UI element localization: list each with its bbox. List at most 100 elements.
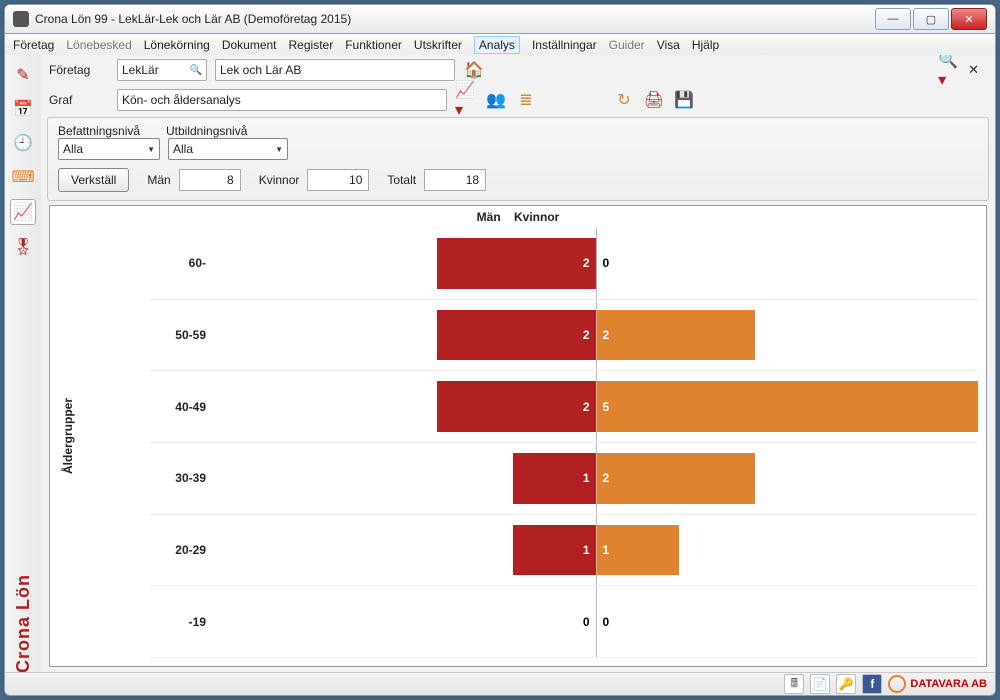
chart-row: 60-20 — [150, 228, 978, 300]
male-half: 1 — [214, 443, 596, 514]
chart-row: 30-3912 — [150, 443, 978, 515]
company-name-value: Lek och Lär AB — [220, 63, 301, 77]
titlebar: Crona Lön 99 - LekLär-Lek och Lär AB (De… — [5, 5, 995, 34]
search-icon[interactable]: 🔍▾ — [938, 59, 960, 81]
filters-labels: Befattningsnivå Utbildningsnivå — [50, 120, 986, 138]
menu-foretag[interactable]: Företag — [13, 38, 54, 52]
company-code-value: LekLär — [122, 63, 159, 77]
graph-label: Graf — [49, 93, 109, 107]
category-label: 60- — [150, 228, 214, 299]
category-label: -19 — [150, 586, 214, 657]
female-zero: 0 — [597, 256, 616, 270]
female-half: 2 — [596, 443, 979, 514]
print-icon[interactable]: 🖨 — [643, 89, 665, 111]
male-half: 0 — [214, 586, 596, 657]
company-code-input[interactable]: LekLär 🔍 — [117, 59, 207, 81]
chart-type-icon[interactable]: 📈▾ — [455, 89, 477, 111]
maximize-button[interactable]: ▢ — [913, 8, 949, 30]
menu-dokument[interactable]: Dokument — [222, 38, 277, 52]
sidebar-brand: Crona Lön — [13, 564, 34, 673]
chart-header-women: Kvinnor — [514, 210, 559, 224]
menu-hjalp[interactable]: Hjälp — [692, 38, 719, 52]
chart-rows: 60-2050-592240-492530-391220-2911-1900 — [150, 228, 978, 658]
female-bar: 5 — [597, 381, 979, 432]
chart-row: 40-4925 — [150, 371, 978, 443]
home-icon[interactable]: 🏠 — [463, 59, 485, 81]
chart-row: 50-5922 — [150, 300, 978, 372]
lookup-icon[interactable]: 🔍 — [190, 65, 202, 76]
vendor-name: DATAVARA AB — [910, 678, 987, 690]
female-half: 1 — [596, 515, 979, 586]
statusbar: 🖩 📄 🔑 f DATAVARA AB — [5, 672, 995, 695]
notepad-icon[interactable]: 📄 — [810, 674, 830, 694]
menu-lonebesked[interactable]: Lönebesked — [66, 38, 131, 52]
male-bar: 2 — [437, 381, 596, 432]
women-count: 10 — [307, 169, 369, 191]
chart-icon[interactable]: 📈 — [10, 199, 36, 225]
left-toolbar: ✎ 📅 🕘 ⌨ 📈 🎖 Crona Lön — [5, 55, 42, 673]
save-csv-icon[interactable]: 💾 — [673, 89, 695, 111]
chart-frame: Män Kvinnor Åldergrupper 60-2050-592240-… — [49, 205, 987, 667]
window-buttons: — ▢ ✕ — [875, 8, 987, 30]
graph-value: Kön- och åldersanalys — [122, 93, 241, 107]
window-title: Crona Lön 99 - LekLär-Lek och Lär AB (De… — [35, 12, 875, 26]
menu-register[interactable]: Register — [289, 38, 334, 52]
male-zero: 0 — [577, 615, 596, 629]
chart-header-men: Män — [477, 210, 501, 224]
education-combo[interactable]: Alla ▼ — [168, 138, 288, 160]
education-value: Alla — [173, 142, 193, 156]
app-icon — [13, 11, 29, 27]
company-name-input[interactable]: Lek och Lär AB — [215, 59, 455, 81]
filters-selects: Alla ▼ Alla ▼ — [50, 138, 986, 164]
filters-counts: Verkställ Män 8 Kvinnor 10 Totalt 18 — [50, 164, 986, 196]
minimize-button[interactable]: — — [875, 8, 911, 30]
menu-lonekorning[interactable]: Lönekörning — [144, 38, 210, 52]
menu-analys[interactable]: Analys — [474, 36, 520, 54]
content: Företag LekLär 🔍 Lek och Lär AB 🏠 🔍▾ ✕ G… — [41, 55, 995, 673]
female-half: 0 — [596, 586, 979, 657]
category-label: 30-39 — [150, 443, 214, 514]
menu-utskrifter[interactable]: Utskrifter — [414, 38, 462, 52]
menu-guider[interactable]: Guider — [609, 38, 645, 52]
education-label: Utbildningsnivå — [166, 124, 266, 138]
clock-icon[interactable]: 🕘 — [11, 131, 35, 155]
execute-button-label: Verkställ — [71, 173, 116, 187]
category-label: 50-59 — [150, 300, 214, 371]
y-axis-label: Åldergrupper — [50, 206, 86, 666]
pen-icon[interactable]: ✎ — [11, 63, 35, 87]
position-combo[interactable]: Alla ▼ — [58, 138, 160, 160]
male-half: 1 — [214, 515, 596, 586]
female-zero: 0 — [597, 615, 616, 629]
female-bar: 2 — [597, 310, 756, 361]
male-half: 2 — [214, 300, 596, 371]
menu-visa[interactable]: Visa — [657, 38, 680, 52]
menu-funktioner[interactable]: Funktioner — [345, 38, 402, 52]
app-window: Crona Lön 99 - LekLär-Lek och Lär AB (De… — [4, 4, 996, 696]
female-half: 2 — [596, 300, 979, 371]
position-label: Befattningsnivå — [58, 124, 158, 138]
chart-header: Män Kvinnor — [50, 206, 986, 228]
execute-button[interactable]: Verkställ — [58, 168, 129, 192]
panel-close-icon[interactable]: ✕ — [968, 62, 987, 78]
female-half: 5 — [596, 371, 979, 442]
filters: Befattningsnivå Utbildningsnivå Alla ▼ A… — [47, 117, 989, 201]
key-icon[interactable]: 🔑 — [836, 674, 856, 694]
calculator-icon[interactable]: 🖩 — [784, 674, 804, 694]
keyboard-icon[interactable]: ⌨ — [11, 165, 35, 189]
award-icon[interactable]: 🎖 — [11, 235, 35, 259]
hierarchy-icon[interactable]: 👥 — [485, 89, 507, 111]
chevron-down-icon: ▼ — [275, 145, 283, 154]
close-button[interactable]: ✕ — [951, 8, 987, 30]
chevron-down-icon: ▼ — [147, 145, 155, 154]
stack-icon[interactable]: ≣ — [515, 89, 537, 111]
total-count: 18 — [424, 169, 486, 191]
refresh-icon[interactable]: ↻ — [613, 89, 635, 111]
men-count: 8 — [179, 169, 241, 191]
vendor-brand: DATAVARA AB — [888, 675, 987, 693]
menubar: Företag Lönebesked Lönekörning Dokument … — [5, 34, 995, 57]
calendar-icon[interactable]: 📅 — [11, 97, 35, 121]
facebook-icon[interactable]: f — [862, 674, 882, 694]
chart-body: 60-2050-592240-492530-391220-2911-1900 — [90, 228, 978, 658]
menu-installningar[interactable]: Inställningar — [532, 38, 597, 52]
graph-select[interactable]: Kön- och åldersanalys — [117, 89, 447, 111]
